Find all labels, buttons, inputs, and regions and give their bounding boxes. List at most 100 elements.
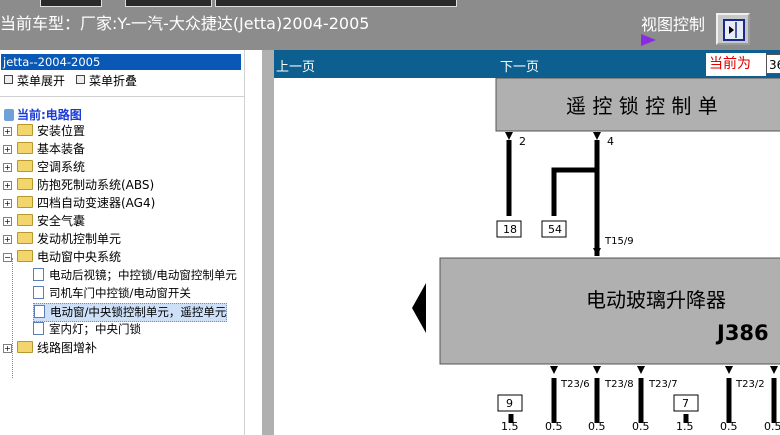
folder-icon	[17, 341, 33, 353]
folder-icon	[17, 196, 33, 208]
top-tab-2[interactable]	[125, 0, 212, 7]
terminal-box-label: 7	[682, 397, 689, 410]
tree-leaf-label: 电动后视镜；中控锁/电动窗控制单元	[49, 268, 237, 282]
current-section: 当前:电路图	[4, 106, 82, 123]
tree-leaf-selected[interactable]: 电动窗/中央锁控制单元，遥控单元	[33, 303, 228, 322]
plus-icon[interactable]: +	[3, 127, 12, 136]
pin-label: T23/6	[560, 379, 590, 390]
prev-page-link[interactable]: 上一页	[276, 56, 315, 75]
wire-size-label: 1.5	[501, 420, 519, 433]
wire-size-label: 0.5	[720, 420, 738, 433]
tree-node-label: 电动窗中央系统	[37, 250, 122, 264]
tree-node-label: 线路图增补	[37, 341, 98, 355]
tree-node-label: 发动机控制单元	[37, 232, 122, 246]
tree-node[interactable]: − 电动窗中央系统	[3, 249, 121, 266]
tree-node[interactable]: + 发动机控制单元	[3, 231, 121, 248]
tree-node-label: 空调系统	[37, 160, 86, 174]
view-control-button[interactable]	[716, 13, 750, 45]
plus-icon[interactable]: +	[3, 217, 12, 226]
menu-collapse-label: 菜单折叠	[89, 74, 138, 88]
pin-label: T23/8	[604, 379, 634, 390]
play-arrow-icon[interactable]	[641, 34, 656, 46]
tree-node-label: 基本装备	[37, 142, 86, 156]
page-number-input[interactable]: 36	[766, 54, 780, 74]
minus-icon[interactable]: −	[3, 253, 12, 262]
tree-node-label: 安装位置	[37, 124, 86, 138]
tree-node[interactable]: + 四档自动变速器(AG4)	[3, 195, 155, 212]
pin-label: T23/2	[735, 379, 765, 390]
tree-node-label: 安全气囊	[37, 214, 86, 228]
terminal-box-label: 9	[506, 397, 513, 410]
wire-size-label: 0.5	[632, 420, 650, 433]
document-icon	[33, 268, 44, 281]
document-icon	[33, 286, 44, 299]
pin-arrow	[593, 248, 601, 256]
plus-icon[interactable]: +	[3, 145, 12, 154]
pin-label: 2	[519, 135, 526, 148]
window-lifter-unit-label: 电动玻璃升降器	[586, 288, 726, 312]
wire-size-label: 0.5	[588, 420, 606, 433]
plus-icon[interactable]: +	[3, 163, 12, 172]
view-control-label: 视图控制	[641, 15, 706, 34]
pin-label: T23/7	[648, 379, 678, 390]
terminal-box-label: 18	[503, 223, 517, 236]
plus-icon[interactable]: +	[3, 181, 12, 190]
menu-expand-label: 菜单展开	[17, 74, 66, 88]
page-back-arrow-icon[interactable]	[412, 283, 426, 333]
pane-splitter[interactable]	[262, 50, 274, 435]
wire-size-label: 1.5	[676, 420, 694, 433]
collapse-icon	[76, 75, 85, 84]
tree-guide-line	[12, 258, 13, 378]
tree-node[interactable]: + 线路图增补	[3, 340, 97, 357]
plus-icon[interactable]: +	[3, 235, 12, 244]
folder-icon	[17, 124, 33, 136]
tree-root[interactable]: jetta--2004-2005	[1, 54, 241, 70]
tree-node[interactable]: + 空调系统	[3, 159, 85, 176]
tree-leaf[interactable]: 电动后视镜；中控锁/电动窗控制单元	[33, 267, 237, 284]
folder-open-icon	[17, 250, 33, 262]
folder-icon	[17, 232, 33, 244]
menu-collapse-button[interactable]: 菜单折叠	[76, 72, 137, 89]
tree-node[interactable]: + 安装位置	[3, 123, 85, 140]
tree-leaf-label: 电动窗/中央锁控制单元，遥控单元	[50, 305, 227, 319]
plus-icon[interactable]: +	[3, 344, 12, 353]
wire	[551, 167, 597, 216]
divider	[0, 96, 244, 97]
wiring-diagram: 遥 控 锁 控 制 单 2 4 18 54 T15/9 电动玻璃升降器 J386	[274, 78, 780, 435]
top-tab-3[interactable]	[215, 0, 457, 7]
tree-node[interactable]: + 防抱死制动系统(ABS)	[3, 177, 154, 194]
page-nav-bar: 上一页 下一页 当前为 36	[274, 50, 780, 78]
remote-lock-unit-label: 遥 控 锁 控 制 单	[566, 94, 718, 118]
tree-node[interactable]: + 安全气囊	[3, 213, 85, 230]
menu-expand-button[interactable]: 菜单展开	[4, 72, 65, 89]
plus-icon[interactable]: +	[3, 199, 12, 208]
top-tab-1[interactable]	[40, 0, 102, 7]
current-section-label: 当前:电路图	[17, 108, 82, 122]
tree-leaf[interactable]: 室内灯；中央门锁	[33, 321, 141, 338]
terminal-box-label: 54	[548, 223, 562, 236]
connector-label: T15/9	[604, 236, 634, 247]
top-banner: 当前车型：厂家:Y-一汽-大众捷达(Jetta)2004-2005 视图控制	[0, 0, 780, 50]
current-page-label: 当前为	[706, 53, 766, 76]
document-icon	[33, 322, 44, 335]
pin-arrow	[593, 132, 601, 140]
arrow-right-icon	[729, 22, 737, 38]
pin-arrow	[505, 132, 513, 140]
folder-icon	[17, 178, 33, 190]
tree-node[interactable]: + 基本装备	[3, 141, 85, 158]
wire-size-label: 0.5	[764, 420, 780, 433]
window-lifter-unit-code: J386	[715, 321, 769, 345]
tree-leaf[interactable]: 司机车门中控锁/电动窗开关	[33, 285, 191, 302]
divider	[244, 50, 245, 435]
next-page-link[interactable]: 下一页	[500, 56, 539, 75]
wire-size-label: 0.5	[545, 420, 563, 433]
tree-node-label: 四档自动变速器(AG4)	[37, 196, 156, 210]
pin-label: 4	[607, 135, 614, 148]
expand-icon	[4, 75, 13, 84]
bottom-wires	[508, 366, 778, 423]
folder-icon	[17, 142, 33, 154]
document-icon	[34, 305, 45, 318]
computer-icon	[4, 109, 14, 121]
panel-toggle-icon	[723, 19, 745, 41]
tree-node-label: 防抱死制动系统(ABS)	[37, 178, 155, 192]
